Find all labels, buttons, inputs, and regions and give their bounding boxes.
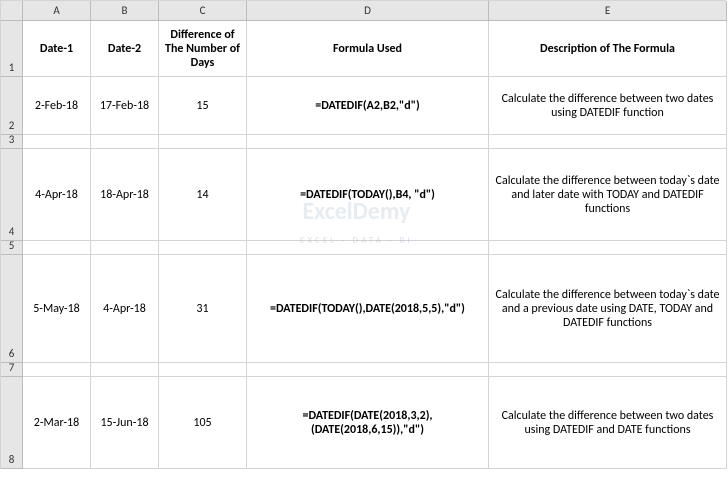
cell-C1[interactable]: Difference of The Number of Days xyxy=(159,21,247,77)
col-header-B[interactable]: B xyxy=(91,1,159,21)
row-header-6[interactable]: 6 xyxy=(1,255,23,363)
cell-D3[interactable] xyxy=(247,135,489,149)
cell-B8[interactable]: 15-Jun-18 xyxy=(91,377,159,469)
cell-E1[interactable]: Description of The Formula xyxy=(489,21,727,77)
cell-C7[interactable] xyxy=(159,363,247,377)
cell-D2[interactable]: =DATEDIF(A2,B2,"d") xyxy=(247,77,489,135)
cell-A4[interactable]: 4-Apr-18 xyxy=(23,149,91,241)
cell-C2[interactable]: 15 xyxy=(159,77,247,135)
row-header-2[interactable]: 2 xyxy=(1,77,23,135)
cell-B7[interactable] xyxy=(91,363,159,377)
cell-B5[interactable] xyxy=(91,241,159,255)
cell-B3[interactable] xyxy=(91,135,159,149)
cell-E6[interactable]: Calculate the difference between today`s… xyxy=(489,255,727,363)
cell-E3[interactable] xyxy=(489,135,727,149)
cell-B1[interactable]: Date-2 xyxy=(91,21,159,77)
cell-D6[interactable]: =DATEDIF(TODAY(),DATE(2018,5,5),"d") xyxy=(247,255,489,363)
cell-E5[interactable] xyxy=(489,241,727,255)
cell-E8[interactable]: Calculate the difference between two dat… xyxy=(489,377,727,469)
row-header-1[interactable]: 1 xyxy=(1,21,23,77)
cell-D4[interactable]: =DATEDIF(TODAY(),B4, "d") xyxy=(247,149,489,241)
row-header-5[interactable]: 5 xyxy=(1,241,23,255)
select-all-corner[interactable] xyxy=(1,1,23,21)
cell-E7[interactable] xyxy=(489,363,727,377)
cell-C6[interactable]: 31 xyxy=(159,255,247,363)
spreadsheet-grid: A B C D E 1 Date-1 Date-2 Difference of … xyxy=(0,0,726,469)
cell-C5[interactable] xyxy=(159,241,247,255)
cell-A6[interactable]: 5-May-18 xyxy=(23,255,91,363)
cell-D1[interactable]: Formula Used xyxy=(247,21,489,77)
cell-D7[interactable] xyxy=(247,363,489,377)
row-header-8[interactable]: 8 xyxy=(1,377,23,469)
cell-B4[interactable]: 18-Apr-18 xyxy=(91,149,159,241)
cell-A3[interactable] xyxy=(23,135,91,149)
cell-E2[interactable]: Calculate the difference between two dat… xyxy=(489,77,727,135)
col-header-A[interactable]: A xyxy=(23,1,91,21)
cell-C3[interactable] xyxy=(159,135,247,149)
cell-E4[interactable]: Calculate the difference between today`s… xyxy=(489,149,727,241)
cell-D8[interactable]: =DATEDIF(DATE(2018,3,2),(DATE(2018,6,15)… xyxy=(247,377,489,469)
cell-B2[interactable]: 17-Feb-18 xyxy=(91,77,159,135)
cell-D5[interactable] xyxy=(247,241,489,255)
cell-A1[interactable]: Date-1 xyxy=(23,21,91,77)
row-header-7[interactable]: 7 xyxy=(1,363,23,377)
cell-B6[interactable]: 4-Apr-18 xyxy=(91,255,159,363)
cell-A2[interactable]: 2-Feb-18 xyxy=(23,77,91,135)
col-header-D[interactable]: D xyxy=(247,1,489,21)
cell-A8[interactable]: 2-Mar-18 xyxy=(23,377,91,469)
col-header-C[interactable]: C xyxy=(159,1,247,21)
row-header-3[interactable]: 3 xyxy=(1,135,23,149)
row-header-4[interactable]: 4 xyxy=(1,149,23,241)
cell-A5[interactable] xyxy=(23,241,91,255)
cell-A7[interactable] xyxy=(23,363,91,377)
cell-C8[interactable]: 105 xyxy=(159,377,247,469)
cell-C4[interactable]: 14 xyxy=(159,149,247,241)
col-header-E[interactable]: E xyxy=(489,1,727,21)
